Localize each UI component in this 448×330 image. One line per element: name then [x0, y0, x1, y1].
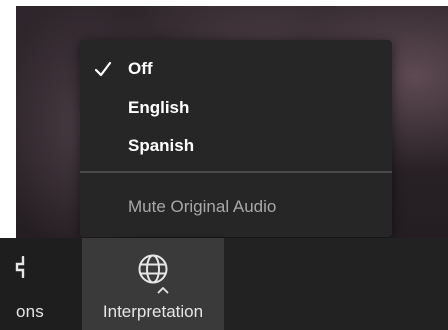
meeting-window: Off English Spanish Mute Original Audio …	[0, 0, 448, 330]
interpretation-button-label: Interpretation	[102, 302, 204, 321]
interpretation-menu: Off English Spanish Mute Original Audio	[80, 40, 392, 237]
interpretation-button[interactable]: Interpretation	[82, 238, 224, 330]
menu-item-spanish[interactable]: Spanish	[80, 129, 392, 163]
meeting-toolbar: ons Interpretation	[0, 238, 448, 330]
checkmark-icon	[94, 61, 112, 77]
menu-item-off[interactable]: Off	[80, 52, 392, 86]
menu-item-label: Off	[128, 59, 153, 78]
globe-icon	[138, 254, 168, 284]
caret-up-icon[interactable]	[157, 286, 169, 294]
toolbar-icon-partial	[15, 256, 25, 278]
menu-item-label: Spanish	[128, 136, 195, 155]
menu-divider	[80, 171, 392, 173]
reactions-button[interactable]: ons	[0, 238, 82, 330]
menu-item-label: English	[128, 98, 190, 117]
reactions-button-label: ons	[16, 302, 45, 321]
menu-item-english[interactable]: English	[80, 91, 392, 125]
mute-original-audio-item[interactable]: Mute Original Audio	[80, 190, 392, 224]
menu-item-label: Mute Original Audio	[128, 197, 277, 216]
